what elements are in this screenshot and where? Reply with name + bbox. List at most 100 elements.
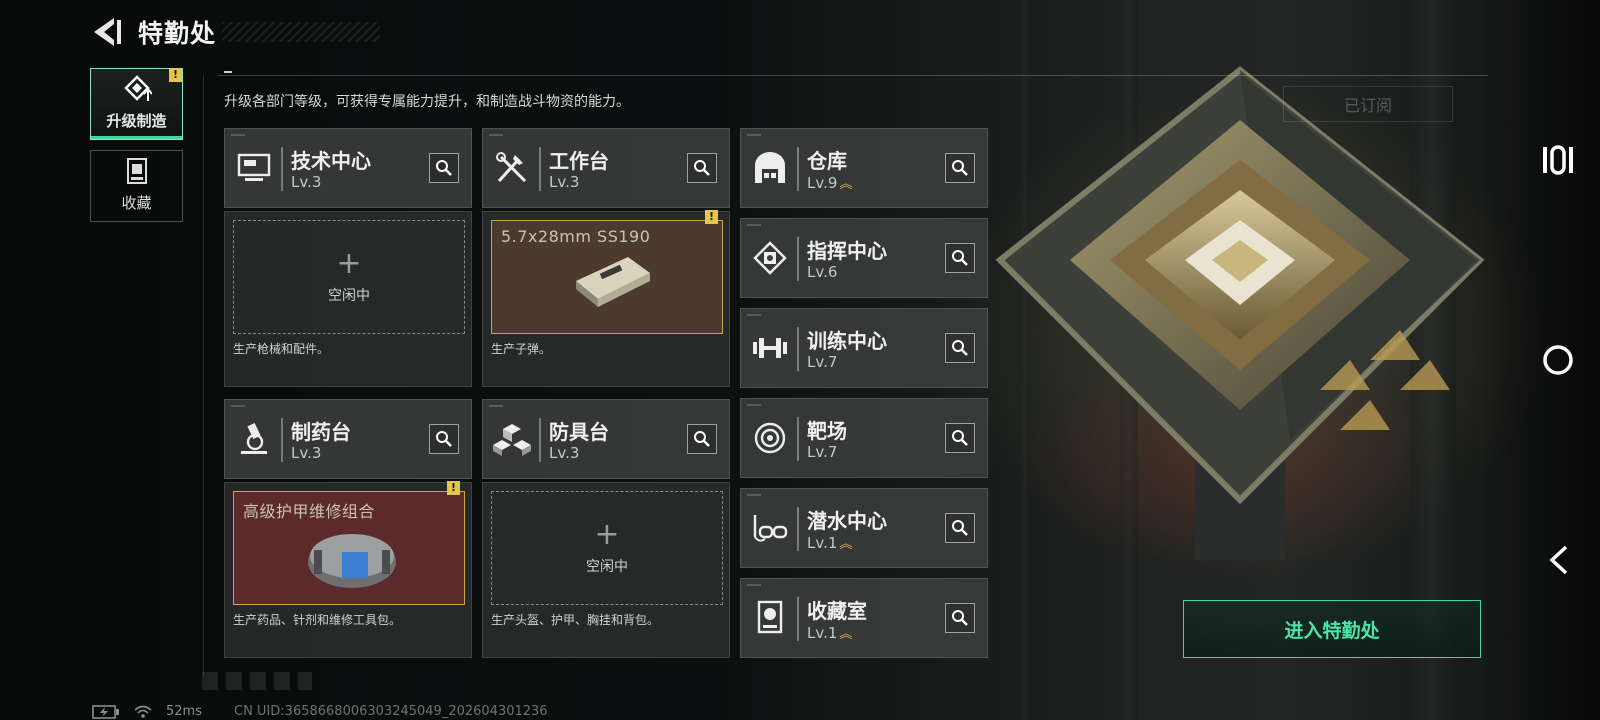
- facility-level: Lv.1 ︽: [807, 624, 852, 642]
- facility-card-workbench[interactable]: 工作台 Lv.3: [482, 128, 730, 208]
- facility-card-shooting-range[interactable]: 靶场 Lv.7: [740, 398, 988, 478]
- alert-badge: !: [447, 481, 460, 495]
- search-icon: [952, 430, 968, 446]
- inspect-button[interactable]: [429, 424, 459, 454]
- facility-name: 仓库: [807, 149, 847, 173]
- page-title: 特勤处: [138, 19, 217, 48]
- tab-label: 升级制造: [106, 112, 167, 130]
- dumbbell-icon: [753, 338, 787, 358]
- inspect-button[interactable]: [945, 153, 975, 183]
- facility-name: 潜水中心: [807, 509, 887, 533]
- user-uid: CN UID:3658668006303245049_202604301236: [234, 704, 548, 719]
- ping-value: 52ms: [166, 704, 202, 719]
- facility-card-training-center[interactable]: 训练中心 Lv.7: [740, 308, 988, 388]
- inspect-button[interactable]: [687, 424, 717, 454]
- warehouse-icon: [755, 152, 785, 183]
- slot-status: 空闲中: [586, 559, 628, 575]
- inspect-button[interactable]: [945, 423, 975, 453]
- facility-level: Lv.7: [807, 443, 838, 461]
- inspect-button[interactable]: [687, 153, 717, 183]
- production-slot-active[interactable]: 5.7x28mm SS190: [491, 220, 723, 334]
- production-slot-active[interactable]: 高级护甲维修组合: [233, 491, 465, 605]
- ammo-box-image: [576, 257, 650, 307]
- facility-level: Lv.9 ︽: [807, 174, 852, 192]
- facility-level: Lv.6: [807, 263, 838, 281]
- computer-icon: [237, 153, 271, 181]
- facility-card-tech-center[interactable]: 技术中心 Lv.3: [224, 128, 472, 208]
- facility-level: Lv.1 ︽: [807, 534, 852, 552]
- page-description: 升级各部门等级，可获得专属能力提升，和制造战斗物资的能力。: [224, 94, 630, 110]
- search-icon: [952, 520, 968, 536]
- search-icon: [952, 610, 968, 626]
- decoration: [202, 672, 312, 690]
- facility-name: 制药台: [291, 420, 351, 444]
- inspect-button[interactable]: [429, 153, 459, 183]
- production-slot-idle[interactable]: + 空闲中: [491, 491, 723, 605]
- wifi-icon: [134, 705, 152, 718]
- facility-name: 收藏室: [807, 599, 867, 623]
- production-panel-armor-bench: + 空闲中 生产头盔、护甲、胸挂和背包。: [482, 482, 730, 658]
- facility-card-collection-room[interactable]: 收藏室 Lv.1 ︽: [740, 578, 988, 658]
- slot-status: 空闲中: [328, 288, 370, 304]
- inspect-button[interactable]: [945, 513, 975, 543]
- recent-apps-icon: [1543, 145, 1573, 175]
- facility-name: 工作台: [549, 149, 609, 173]
- search-icon: [952, 160, 968, 176]
- facility-card-armor-bench[interactable]: 防具台 Lv.3: [482, 399, 730, 479]
- production-panel-workbench: 5.7x28mm SS190 ! 生产子弹。: [482, 210, 730, 387]
- facility-level: Lv.3: [549, 444, 580, 462]
- tab-upgrade-craft[interactable]: 升级制造 !: [90, 68, 183, 140]
- facility-name: 靶场: [807, 419, 847, 443]
- armor-blocks-icon: [493, 424, 531, 456]
- production-description: 生产枪械和配件。: [233, 342, 330, 356]
- facility-name: 技术中心: [291, 149, 371, 173]
- plus-icon: +: [594, 517, 620, 552]
- production-description: 生产子弹。: [491, 342, 552, 356]
- tools-icon: [496, 152, 527, 183]
- tab-collection[interactable]: 收藏: [90, 150, 183, 222]
- divider: [218, 75, 1488, 76]
- enter-special-ops-button[interactable]: 进入特勤处: [1183, 600, 1481, 658]
- upgrade-available-icon: ︽: [839, 537, 852, 552]
- home-button[interactable]: [1538, 340, 1578, 380]
- back-button[interactable]: [90, 14, 126, 50]
- status-bar: 52ms: [92, 704, 202, 719]
- plus-icon: +: [336, 246, 362, 281]
- inspect-button[interactable]: [945, 243, 975, 273]
- upgrade-available-icon: ︽: [839, 177, 852, 192]
- divider: [203, 75, 204, 675]
- recent-apps-button[interactable]: [1538, 140, 1578, 180]
- facility-cube-image: [990, 60, 1490, 560]
- tab-label: 收藏: [121, 194, 152, 212]
- search-icon: [952, 250, 968, 266]
- facility-card-pharmacy[interactable]: 制药台 Lv.3: [224, 399, 472, 479]
- production-panel-tech-center: + 空闲中 生产枪械和配件。: [224, 211, 472, 387]
- facility-card-warehouse[interactable]: 仓库 Lv.9 ︽: [740, 128, 988, 208]
- inspect-button[interactable]: [945, 603, 975, 633]
- production-description: 生产头盔、护甲、胸挂和背包。: [491, 613, 660, 627]
- facility-card-command-center[interactable]: 指挥中心 Lv.6: [740, 218, 988, 298]
- chevron-left-icon: [1549, 545, 1568, 575]
- production-description: 生产药品、针剂和维修工具包。: [233, 613, 402, 627]
- search-icon: [436, 431, 452, 447]
- facility-card-diving-center[interactable]: 潜水中心 Lv.1 ︽: [740, 488, 988, 568]
- microscope-icon: [241, 422, 267, 454]
- inspect-button[interactable]: [945, 333, 975, 363]
- product-name: 高级护甲维修组合: [243, 502, 376, 521]
- facility-name: 训练中心: [807, 329, 887, 353]
- upgrade-craft-icon: [123, 75, 152, 101]
- product-name: 5.7x28mm SS190: [501, 227, 651, 246]
- facility-level: Lv.3: [291, 444, 322, 462]
- facility-level: Lv.3: [549, 173, 580, 191]
- alert-badge: !: [169, 68, 182, 82]
- facility-name: 防具台: [549, 420, 609, 444]
- production-slot-idle[interactable]: + 空闲中: [233, 220, 465, 334]
- armor-repair-kit-image: [308, 534, 396, 588]
- search-icon: [694, 160, 710, 176]
- search-icon: [436, 160, 452, 176]
- subscribe-button[interactable]: 已订阅: [1283, 86, 1453, 122]
- system-back-button[interactable]: [1538, 540, 1578, 580]
- collection-icon: [126, 158, 147, 184]
- chip-icon: [753, 241, 787, 275]
- search-icon: [952, 340, 968, 356]
